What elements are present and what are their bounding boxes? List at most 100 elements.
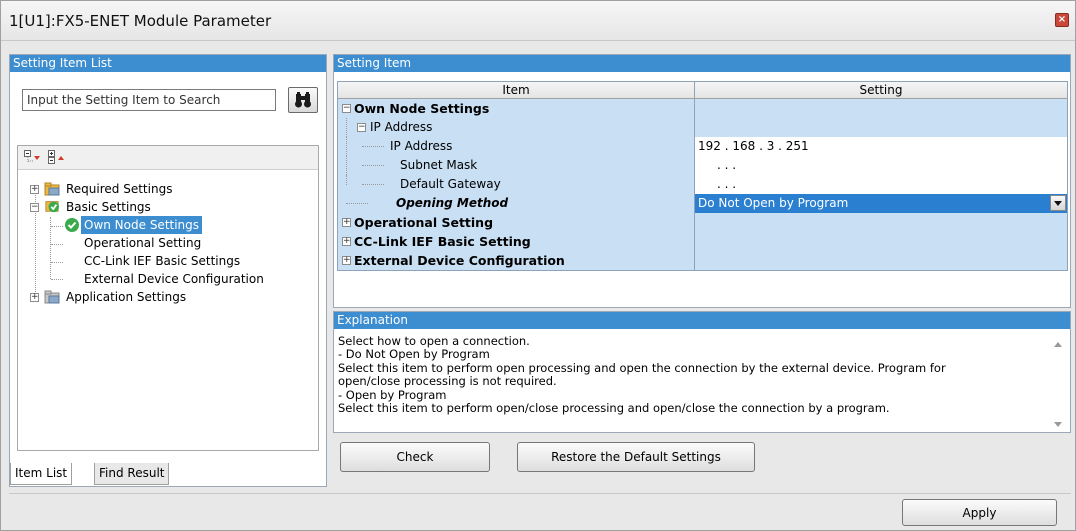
setting-item-header: Setting Item — [334, 55, 1070, 72]
grid-item-cell: Default Gateway — [338, 175, 695, 194]
grid-setting-cell[interactable]: . . . — [695, 175, 1067, 194]
grid-setting-cell — [695, 232, 1067, 251]
explanation-pane: Explanation Select how to open a connect… — [333, 311, 1071, 433]
tree-item-label: External Device Configuration — [84, 272, 264, 286]
collapse-icon[interactable]: − — [30, 203, 39, 212]
scroll-up-icon[interactable] — [1054, 342, 1062, 347]
grid-item-cell: − Own Node Settings — [338, 99, 695, 118]
collapse-all-icon[interactable] — [24, 150, 40, 164]
tree-item-label: Required Settings — [66, 182, 173, 196]
folder-icon — [44, 182, 60, 196]
grid-setting-cell[interactable]: . . . — [695, 156, 1067, 175]
binoculars-icon — [295, 92, 311, 108]
expand-icon[interactable]: + — [30, 185, 39, 194]
collapse-icon[interactable]: − — [357, 123, 366, 132]
grid-item-cell: − IP Address — [338, 118, 695, 137]
grid-item-cell: + Operational Setting — [338, 213, 695, 232]
grid-row-ip-address[interactable]: IP Address 192 . 168 . 3 . 251 — [338, 137, 1067, 156]
expand-all-icon[interactable] — [48, 150, 64, 164]
close-icon: × — [1057, 14, 1067, 25]
tree-item-application-settings[interactable]: + Application Settings — [30, 288, 300, 306]
tree-item-required-settings[interactable]: + Required Settings — [30, 180, 300, 198]
setting-grid: Item Setting − Own Node Settings − IP Ad… — [337, 81, 1068, 271]
folder-icon — [44, 290, 60, 304]
grid-row-operational-setting[interactable]: + Operational Setting — [338, 213, 1067, 232]
grid-item-label: IP Address — [390, 139, 453, 153]
setting-tree: + Required Settings − Basic Settings Own… — [17, 145, 319, 451]
restore-defaults-button[interactable]: Restore the Default Settings — [517, 442, 755, 472]
tree-guide-line — [51, 262, 63, 263]
grid-item-cell: + External Device Configuration — [338, 251, 695, 270]
grid-item-cell: IP Address — [338, 137, 695, 156]
tab-item-list[interactable]: Item List — [10, 463, 73, 485]
grid-setting-cell — [695, 251, 1067, 270]
grid-item-label: Own Node Settings — [354, 101, 490, 116]
column-header-setting: Setting — [859, 83, 903, 97]
tree-guide-line — [362, 146, 384, 147]
title-bar: 1[U1]:FX5-ENET Module Parameter × — [1, 1, 1075, 41]
default-gateway-field[interactable]: . . . — [717, 177, 736, 191]
grid-header-row: Item Setting — [338, 82, 1067, 99]
grid-item-label: Subnet Mask — [400, 158, 478, 172]
bottom-bar: Apply — [9, 493, 1071, 529]
tree-item-own-node-settings[interactable]: Own Node Settings — [64, 216, 244, 234]
tree-guide-line — [362, 184, 384, 185]
subnet-mask-field[interactable]: . . . — [717, 158, 736, 172]
grid-row-cc-link-ief-basic[interactable]: + CC-Link IEF Basic Setting — [338, 232, 1067, 251]
grid-setting-cell[interactable]: 192 . 168 . 3 . 251 — [695, 137, 1067, 156]
grid-item-label: Operational Setting — [354, 215, 494, 230]
expand-icon[interactable]: + — [30, 293, 39, 302]
tab-find-result[interactable]: Find Result — [94, 463, 170, 485]
tree-guide-line — [346, 118, 347, 137]
grid-setting-cell — [695, 213, 1067, 232]
grid-row-opening-method[interactable]: Opening Method Do Not Open by Program — [338, 194, 1067, 213]
tree-guide-line — [346, 203, 368, 204]
tree-item-label: CC-Link IEF Basic Settings — [84, 254, 241, 268]
opening-method-select[interactable]: Do Not Open by Program — [695, 194, 1067, 213]
grid-item-label: Default Gateway — [400, 177, 501, 191]
grid-setting-cell — [695, 99, 1067, 118]
tree-guide-line — [51, 279, 63, 280]
tree-item-basic-settings[interactable]: − Basic Settings — [30, 198, 300, 216]
ip-address-field[interactable]: 192 . 168 . 3 . 251 — [698, 139, 809, 153]
grid-row-ip-address-group[interactable]: − IP Address — [338, 118, 1067, 137]
tree-item-label: Basic Settings — [66, 200, 151, 214]
expand-icon[interactable]: + — [342, 218, 351, 227]
grid-item-label: CC-Link IEF Basic Setting — [354, 234, 531, 249]
setting-item-list-header: Setting Item List — [10, 55, 326, 72]
tree-guide-line — [51, 226, 63, 227]
check-button[interactable]: Check — [340, 442, 490, 472]
dropdown-button[interactable] — [1050, 195, 1066, 211]
close-button[interactable]: × — [1055, 13, 1069, 27]
search-button[interactable] — [288, 87, 318, 113]
grid-item-label: External Device Configuration — [354, 253, 565, 268]
tree-guide-line — [362, 165, 384, 166]
module-parameter-window: 1[U1]:FX5-ENET Module Parameter × Settin… — [0, 0, 1076, 531]
tree-item-label: Application Settings — [66, 290, 187, 304]
grid-item-label: IP Address — [370, 120, 433, 134]
check-icon — [65, 218, 79, 232]
grid-row-external-device[interactable]: + External Device Configuration — [338, 251, 1067, 270]
apply-button[interactable]: Apply — [902, 499, 1057, 526]
explanation-header: Explanation — [334, 312, 1070, 329]
window-title: 1[U1]:FX5-ENET Module Parameter — [9, 12, 272, 30]
grid-row-own-node-settings[interactable]: − Own Node Settings — [338, 99, 1067, 118]
opening-method-value: Do Not Open by Program — [698, 196, 849, 210]
grid-item-cell: Subnet Mask — [338, 156, 695, 175]
tree-guide-line — [346, 175, 347, 185]
expand-icon[interactable]: + — [342, 237, 351, 246]
tree-toolbar — [18, 146, 318, 170]
collapse-icon[interactable]: − — [342, 104, 351, 113]
explanation-text: Select how to open a connection. - Do No… — [338, 334, 946, 416]
scroll-down-icon[interactable] — [1054, 422, 1062, 427]
expand-icon[interactable]: + — [342, 256, 351, 265]
grid-item-cell: Opening Method — [338, 194, 695, 213]
grid-item-cell: + CC-Link IEF Basic Setting — [338, 232, 695, 251]
search-input[interactable] — [22, 89, 276, 111]
chevron-down-icon — [1054, 201, 1062, 206]
setting-item-list-pane: Setting Item List Input the Setting Item… — [9, 54, 327, 487]
tree-guide-line — [346, 137, 347, 156]
grid-row-default-gateway[interactable]: Default Gateway . . . — [338, 175, 1067, 194]
grid-row-subnet-mask[interactable]: Subnet Mask . . . — [338, 156, 1067, 175]
left-pane-tabs: Item List Find Result — [10, 460, 326, 486]
